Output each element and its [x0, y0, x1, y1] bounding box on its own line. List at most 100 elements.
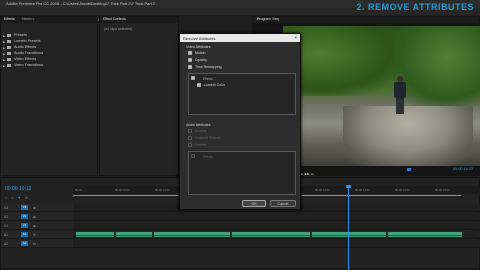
marker-icon[interactable]: ▼ — [17, 196, 22, 200]
foliage — [283, 26, 403, 96]
folder-icon — [7, 57, 11, 61]
waveform — [312, 235, 386, 236]
tree-item-video-transitions[interactable]: ▶ Video Transitions — [1, 63, 97, 69]
volume-checkbox — [188, 129, 192, 134]
track-target-toggle[interactable]: A1 — [21, 232, 28, 237]
person-figure — [393, 76, 407, 116]
audio-clip[interactable] — [231, 231, 311, 238]
track-v2[interactable] — [73, 213, 480, 221]
cancel-button[interactable]: Cancel — [270, 200, 296, 207]
lumetri-checkbox[interactable]: ✓ — [197, 83, 201, 88]
person-body — [394, 82, 406, 98]
opacity-checkbox-row[interactable]: ✓ Opacity — [188, 58, 207, 64]
audio-clip[interactable] — [311, 231, 387, 238]
ruler-tick: 00:00:14:00 — [355, 188, 370, 192]
folder-icon — [7, 45, 11, 49]
track-target-toggle[interactable]: V1 — [21, 223, 28, 228]
tree-item-label: Audio Effects — [14, 45, 37, 49]
audio-clip[interactable] — [153, 231, 231, 238]
effect-controls-tabs: Effect Controls — [100, 17, 178, 23]
eye-icon[interactable]: ◉ — [33, 215, 36, 219]
opacity-label: Opacity — [195, 58, 207, 62]
tab-effect-controls[interactable]: Effect Controls — [103, 17, 126, 21]
video-attributes-label: Video Attributes — [186, 45, 211, 49]
folder-icon — [7, 39, 11, 43]
track-v1[interactable]: DJI_0002001 DJI_0007001 DJI_0008001 DJI_… — [73, 222, 480, 238]
tree-item-label: Lumetri Presets — [14, 39, 41, 43]
tree-item-label: Video Transitions — [14, 63, 44, 67]
timeline-playhead[interactable] — [348, 186, 349, 270]
motion-checkbox[interactable]: ✓ — [188, 51, 192, 56]
audio-clip[interactable] — [115, 231, 153, 238]
ruler-tick: 00:00:02:00 — [115, 188, 130, 192]
mute-icon[interactable]: M — [33, 242, 36, 246]
snap-icon[interactable]: ⌗ — [5, 196, 8, 200]
overlay-title: 2. REMOVE ATTRIBUTES — [356, 2, 474, 12]
program-playhead-marker[interactable] — [407, 168, 411, 171]
expand-arrow-icon[interactable]: ▶ — [3, 46, 5, 50]
dialog-title-bar: Remove Attributes × — [180, 34, 300, 42]
opacity-checkbox[interactable]: ✓ — [188, 58, 192, 63]
mute-icon[interactable]: M — [33, 233, 36, 237]
effects-column-header: Effects — [203, 76, 213, 81]
time-remapping-checkbox[interactable]: ✓ — [188, 65, 192, 70]
timeline-timecode[interactable]: 00:00:10:12 — [5, 186, 31, 192]
ruler-tick: 00:00 — [75, 188, 82, 192]
person-legs — [396, 98, 404, 114]
track-a1[interactable] — [73, 231, 480, 239]
track-name: A1 — [4, 232, 9, 237]
expand-arrow-icon[interactable]: ▶ — [3, 52, 5, 56]
dialog-title: Remove Attributes — [183, 35, 216, 41]
eye-icon[interactable]: ◉ — [33, 224, 36, 228]
tree-item-label: Audio Transitions — [14, 51, 44, 55]
track-header-a2: A2 A2 M — [1, 240, 73, 248]
track-target-toggle[interactable]: V3 — [21, 205, 28, 210]
track-name: V3 — [4, 205, 9, 210]
track-name: V1 — [4, 223, 9, 228]
waveform — [154, 235, 230, 236]
effects-select-all-checkbox[interactable]: ✓ — [191, 76, 198, 81]
expand-arrow-icon[interactable]: ▶ — [3, 64, 5, 68]
track-header-v3: V3 V3 ◉ — [1, 204, 73, 212]
expand-arrow-icon[interactable]: ▶ — [3, 34, 5, 38]
audio-effects-column-header: Effects — [203, 154, 213, 159]
effects-panel-tabs: Effects Markers — [1, 17, 97, 23]
track-header-a1: A1 A1 M — [1, 231, 73, 239]
lumetri-checkbox-row[interactable]: ✓ Lumetri Color — [197, 83, 225, 89]
ruler-tick: 00:00:16:00 — [395, 188, 410, 192]
channel-volume-checkbox — [188, 136, 192, 141]
audio-attributes-label: Audio Attributes — [186, 123, 211, 127]
time-remapping-checkbox-row[interactable]: ✓ Time Remapping — [188, 65, 222, 71]
tab-effects[interactable]: Effects — [4, 17, 15, 21]
tab-markers[interactable]: Markers — [22, 17, 35, 21]
eye-icon[interactable]: ◉ — [33, 206, 36, 210]
ok-button[interactable]: OK — [242, 200, 266, 207]
audio-clip[interactable] — [75, 231, 115, 238]
waveform — [232, 235, 310, 236]
waveform — [76, 235, 114, 236]
expand-arrow-icon[interactable]: ▶ — [3, 40, 5, 44]
panner-checkbox — [188, 143, 192, 148]
effect-controls-panel: Effect Controls (no clips selected) — [99, 16, 179, 176]
track-name: A2 — [4, 241, 9, 246]
volume-checkbox-row: Volume — [188, 129, 207, 135]
audio-clip[interactable] — [387, 231, 463, 238]
track-target-toggle[interactable]: V2 — [21, 214, 28, 219]
audio-effects-list: Effects — [188, 151, 296, 195]
expand-arrow-icon[interactable]: ▶ — [3, 58, 5, 62]
wrench-icon[interactable]: ⚙ — [25, 196, 30, 200]
close-icon[interactable]: × — [294, 35, 297, 40]
track-header-v1: V1 V1 ◉ — [1, 222, 73, 230]
ruler-tick: 00:00:18:00 — [435, 188, 450, 192]
remove-attributes-dialog: Remove Attributes × Video Attributes ✓ Mo… — [179, 33, 301, 210]
program-tab[interactable]: Program: Seq — [253, 17, 479, 23]
track-a2[interactable] — [73, 240, 480, 248]
folder-icon — [7, 63, 11, 67]
linked-selection-icon[interactable]: ∞ — [11, 196, 15, 200]
track-target-toggle[interactable]: A2 — [21, 241, 28, 246]
channel-volume-label: Channel Volume — [195, 136, 221, 140]
rock — [343, 106, 473, 166]
motion-checkbox-row[interactable]: ✓ Motion — [188, 51, 206, 57]
time-remapping-label: Time Remapping — [195, 65, 222, 69]
tree-item-label: Presets — [14, 33, 27, 37]
